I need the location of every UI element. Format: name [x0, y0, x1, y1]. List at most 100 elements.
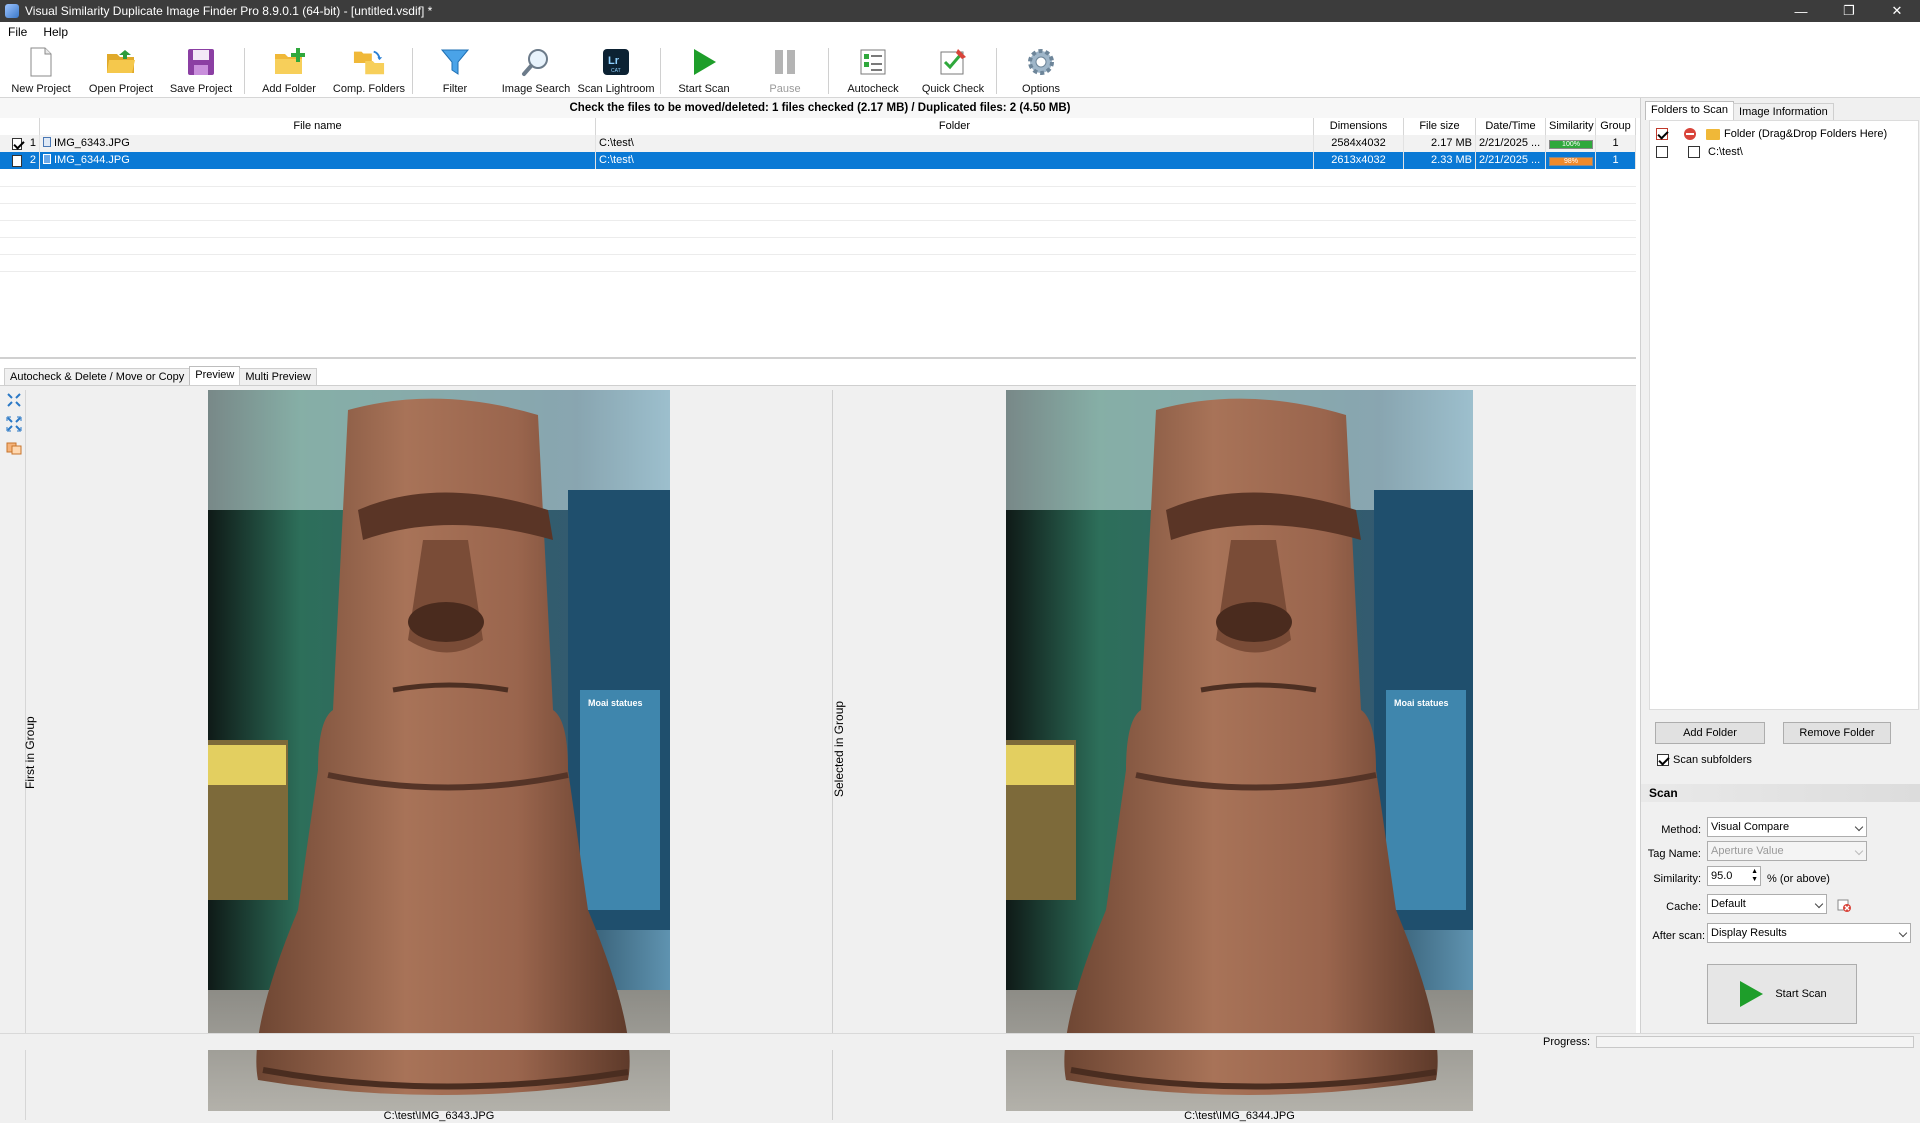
- header-checkbox-column: [0, 118, 40, 135]
- start-scan-panel-button[interactable]: Start Scan: [1707, 964, 1857, 1024]
- preview-divider: [832, 390, 833, 1120]
- scan-subfolders-option[interactable]: Scan subfolders: [1657, 754, 1752, 766]
- spinner-arrows-icon[interactable]: ▲ ▼: [1751, 868, 1758, 884]
- exclude-checkbox[interactable]: [1688, 146, 1700, 158]
- folder-path: C:\test\: [1708, 146, 1743, 158]
- include-checkbox[interactable]: [1656, 128, 1668, 140]
- after-scan-select[interactable]: Display Results: [1707, 923, 1911, 943]
- check-summary: Check the files to be moved/deleted: 1 f…: [0, 98, 1640, 118]
- column-file-name[interactable]: File name: [40, 118, 596, 135]
- moai-sign-text: Moai statues: [1394, 698, 1449, 708]
- selected-image-path: C:\test\IMG_6344.JPG: [1184, 1110, 1295, 1122]
- row-file-size: 2.33 MB: [1404, 152, 1476, 169]
- tab-preview[interactable]: Preview: [189, 366, 241, 385]
- column-file-size[interactable]: File size: [1404, 118, 1476, 135]
- minimize-button[interactable]: —: [1778, 0, 1824, 22]
- tab-image-information[interactable]: Image Information: [1733, 103, 1834, 120]
- menu-help[interactable]: Help: [35, 25, 76, 39]
- filter-funnel-icon: [439, 46, 471, 78]
- column-folder[interactable]: Folder: [596, 118, 1314, 135]
- chevron-down-icon: [1814, 899, 1824, 909]
- pause-icon: [769, 46, 801, 78]
- selected-in-group-label: Selected in Group: [832, 700, 846, 797]
- add-folder-button[interactable]: Add Folder: [254, 46, 324, 98]
- zoom-fit-icon[interactable]: [4, 390, 24, 410]
- row-dimensions: 2613x4032: [1314, 152, 1404, 169]
- selected-image-preview[interactable]: Moai statues: [1006, 390, 1473, 1111]
- right-panel: Folders to Scan Image Information Folder…: [1640, 98, 1920, 1035]
- chevron-down-icon: [1854, 846, 1864, 856]
- open-folder-icon: [105, 46, 137, 78]
- toolbar-separator: [244, 48, 245, 94]
- status-bar: Progress:: [0, 1033, 1920, 1050]
- menu-file[interactable]: File: [0, 25, 35, 39]
- row-checkbox[interactable]: [12, 154, 22, 167]
- column-dimensions[interactable]: Dimensions: [1314, 118, 1404, 135]
- tag-name-select[interactable]: Aperture Value: [1707, 841, 1867, 861]
- similarity-spinner[interactable]: 95.0 ▲ ▼: [1707, 866, 1761, 886]
- row-file-size: 2.17 MB: [1404, 135, 1476, 152]
- filter-button[interactable]: Filter: [425, 46, 485, 98]
- row-dimensions: 2584x4032: [1314, 135, 1404, 152]
- pause-button[interactable]: Pause: [750, 46, 820, 98]
- row-number: 1: [29, 137, 36, 149]
- table-row-selected[interactable]: 2 IMG_6344.JPG C:\test\ 2613x4032 2.33 M…: [0, 152, 1636, 169]
- results-grid: File name Folder Dimensions File size Da…: [0, 118, 1636, 359]
- new-project-button[interactable]: New Project: [6, 46, 76, 98]
- scan-lightroom-button[interactable]: Lr CAT Scan Lightroom: [577, 46, 655, 98]
- add-folder-panel-button[interactable]: Add Folder: [1655, 722, 1765, 744]
- close-button[interactable]: ✕: [1874, 0, 1920, 22]
- tag-name-label: Tag Name:: [1647, 848, 1701, 860]
- preview-tabs: Autocheck & Delete / Move or Copy Previe…: [4, 366, 317, 385]
- file-icon: [43, 154, 51, 164]
- row-date-time: 2/21/2025 ...: [1476, 135, 1546, 152]
- compare-images-icon[interactable]: [4, 438, 24, 458]
- start-scan-button[interactable]: Start Scan: [669, 46, 739, 98]
- tab-folders-to-scan[interactable]: Folders to Scan: [1645, 101, 1735, 120]
- save-project-button[interactable]: Save Project: [166, 46, 236, 98]
- first-image-preview[interactable]: Moai statues: [208, 390, 670, 1111]
- compare-folders-button[interactable]: Comp. Folders: [332, 46, 406, 98]
- remove-folder-button[interactable]: Remove Folder: [1783, 722, 1891, 744]
- quick-check-button[interactable]: Quick Check: [916, 46, 990, 98]
- cache-label: Cache:: [1666, 901, 1701, 913]
- chevron-down-icon: [1854, 822, 1864, 832]
- autocheck-button[interactable]: Autocheck: [838, 46, 908, 98]
- image-search-button[interactable]: Image Search: [500, 46, 572, 98]
- restore-button[interactable]: ❐: [1826, 0, 1872, 22]
- similarity-bar: 100%: [1549, 140, 1593, 149]
- zoom-actual-icon[interactable]: [4, 414, 24, 434]
- tab-multi-preview[interactable]: Multi Preview: [239, 368, 317, 385]
- progress-bar: [1596, 1036, 1914, 1048]
- magnifier-icon: [520, 46, 552, 78]
- table-row[interactable]: 1 IMG_6343.JPG C:\test\ 2584x4032 2.17 M…: [0, 135, 1636, 152]
- compare-folders-icon: [353, 46, 385, 78]
- include-checkbox[interactable]: [1656, 146, 1668, 158]
- column-group[interactable]: Group: [1596, 118, 1636, 135]
- scan-section-header: Scan: [1641, 784, 1920, 802]
- method-select[interactable]: Visual Compare: [1707, 817, 1867, 837]
- tab-autocheck-delete[interactable]: Autocheck & Delete / Move or Copy: [4, 368, 191, 385]
- folder-row[interactable]: C:\test\: [1650, 143, 1918, 161]
- play-icon: [1740, 981, 1764, 1007]
- open-project-button[interactable]: Open Project: [86, 46, 156, 98]
- cache-select[interactable]: Default: [1707, 894, 1827, 914]
- app-icon: [5, 4, 19, 18]
- row-folder: C:\test\: [596, 135, 1314, 152]
- column-similarity[interactable]: Similarity: [1546, 118, 1596, 135]
- first-image-path: C:\test\IMG_6343.JPG: [383, 1110, 495, 1122]
- row-file-name: IMG_6344.JPG: [54, 154, 130, 166]
- column-date-time[interactable]: Date/Time: [1476, 118, 1546, 135]
- similarity-bar: 98%: [1549, 157, 1593, 166]
- scan-subfolders-checkbox[interactable]: [1657, 754, 1669, 766]
- toolbar-separator: [828, 48, 829, 94]
- row-folder: C:\test\: [596, 152, 1314, 169]
- row-date-time: 2/21/2025 ...: [1476, 152, 1546, 169]
- options-button[interactable]: Options: [1006, 46, 1076, 98]
- scan-subfolders-label: Scan subfolders: [1673, 754, 1752, 766]
- row-checkbox[interactable]: [12, 137, 22, 150]
- quick-check-icon: [937, 46, 969, 78]
- clear-cache-icon[interactable]: [1837, 898, 1851, 912]
- lightroom-icon: Lr CAT: [600, 46, 632, 78]
- svg-text:Lr: Lr: [608, 55, 620, 67]
